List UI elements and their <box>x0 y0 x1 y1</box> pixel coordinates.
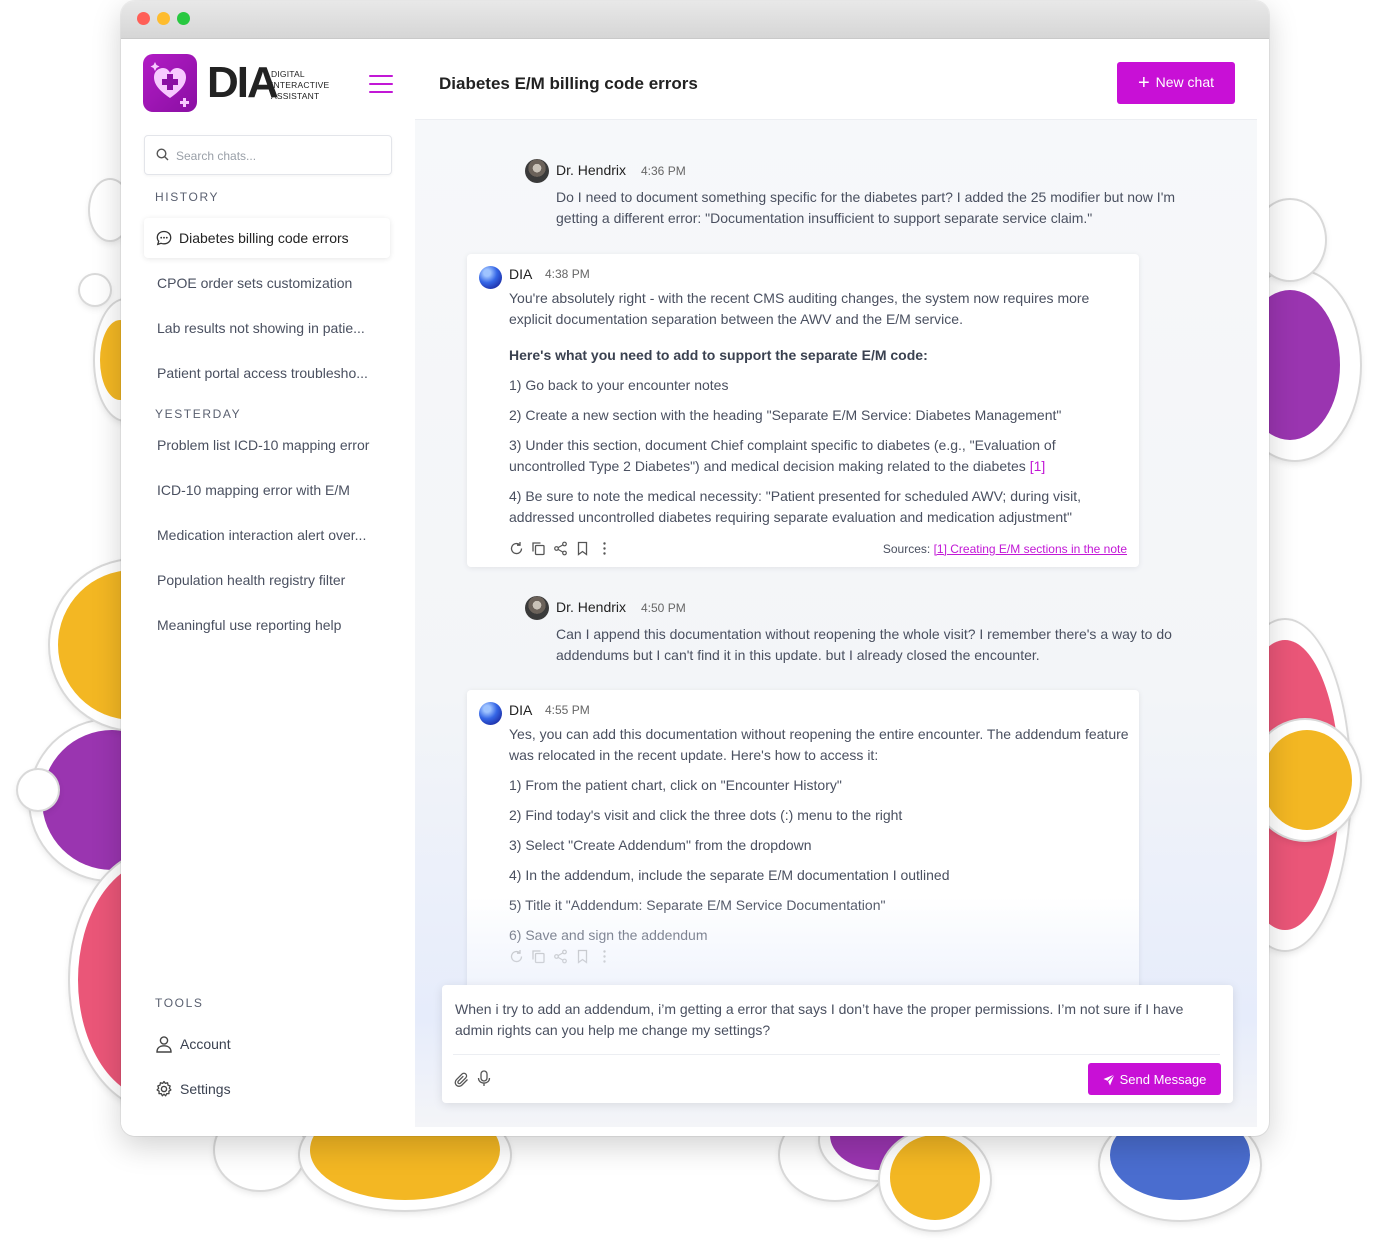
send-icon <box>1103 1073 1115 1085</box>
maximize-window-button[interactable] <box>177 12 190 25</box>
app-window: DIA DIGITAL INTERACTIVE ASSISTANT HISTOR… <box>121 1 1269 1136</box>
history-item[interactable]: Population health registry filter <box>144 560 390 600</box>
message-heading: Here's what you need to add to support t… <box>509 347 928 363</box>
message-time: 4:50 PM <box>641 601 686 615</box>
logo-icon <box>143 54 197 112</box>
step-item: 1) From the patient chart, click on "Enc… <box>509 777 842 793</box>
yesterday-label: YESTERDAY <box>155 407 242 421</box>
user-message: Dr. Hendrix 4:36 PM Do I need to documen… <box>525 159 1215 229</box>
history-item[interactable]: Medication interaction alert over... <box>144 515 390 555</box>
send-label: Send Message <box>1119 1071 1207 1087</box>
search-box <box>144 135 392 175</box>
message-paragraph: Yes, you can add this documentation with… <box>509 726 1129 763</box>
sender-name: DIA <box>509 702 533 718</box>
sender-name: DIA <box>509 266 533 282</box>
message-input[interactable]: When i try to add an addendum, i’m getti… <box>453 997 1222 1049</box>
avatar <box>525 596 549 620</box>
plus-icon: + <box>1137 71 1150 94</box>
share-icon[interactable] <box>553 949 568 964</box>
settings-label: Settings <box>180 1081 231 1097</box>
citation-link[interactable]: [1] <box>1030 458 1046 474</box>
chat-header: Diabetes E/M billing code errors + New ch… <box>415 47 1257 120</box>
sources-label: Sources: <box>882 542 931 556</box>
message-text: Do I need to document something specific… <box>556 189 1176 226</box>
search-input[interactable] <box>174 144 383 168</box>
sources: Sources: [1] Creating E/M sections in th… <box>883 542 1127 556</box>
step-item: 5) Title it "Addendum: Separate E/M Serv… <box>509 897 886 913</box>
step-item: 3) Select "Create Addendum" from the dro… <box>509 837 812 853</box>
composer-divider <box>453 1054 1220 1055</box>
page-title: Diabetes E/M billing code errors <box>439 74 698 93</box>
more-options-icon[interactable] <box>597 541 612 556</box>
message-text: Can I append this documentation without … <box>556 626 1172 663</box>
history-label: HISTORY <box>155 190 220 204</box>
microphone-icon[interactable] <box>477 1070 491 1087</box>
settings-link[interactable]: Settings <box>155 1077 231 1101</box>
account-label: Account <box>180 1036 231 1052</box>
assistant-message: DIA 4:55 PM Yes, you can add this docume… <box>467 690 1139 990</box>
user-message: Dr. Hendrix 4:50 PM Can I append this do… <box>525 596 1215 666</box>
dia-avatar <box>479 266 502 289</box>
message-composer: When i try to add an addendum, i’m getti… <box>442 985 1233 1103</box>
send-message-button[interactable]: Send Message <box>1088 1063 1221 1095</box>
regenerate-icon[interactable] <box>509 949 524 964</box>
message-body: You're absolutely right - with the recen… <box>509 288 1129 537</box>
history-item-label: Diabetes billing code errors <box>179 230 349 246</box>
assistant-message: DIA 4:38 PM You're absolutely right - wi… <box>467 254 1139 567</box>
source-link[interactable]: [1] Creating E/M sections in the note <box>934 542 1127 556</box>
copy-icon[interactable] <box>531 541 546 556</box>
message-body: Yes, you can add this documentation with… <box>509 724 1129 955</box>
message-actions <box>509 541 619 557</box>
sidebar: DIA DIGITAL INTERACTIVE ASSISTANT HISTOR… <box>121 39 415 1136</box>
step-item: 4) In the addendum, include the separate… <box>509 867 950 883</box>
gear-icon <box>156 1080 172 1097</box>
bookmark-icon[interactable] <box>575 541 590 556</box>
bookmark-icon[interactable] <box>575 949 590 964</box>
step-item: 4) Be sure to note the medical necessity… <box>509 488 1082 525</box>
window-titlebar <box>121 1 1269 39</box>
share-icon[interactable] <box>553 541 568 556</box>
history-item[interactable]: ICD-10 mapping error with E/M <box>144 470 390 510</box>
step-item: 1) Go back to your encounter notes <box>509 377 729 393</box>
chat-panel: Diabetes E/M billing code errors + New ch… <box>415 47 1257 1127</box>
more-options-icon[interactable] <box>597 949 612 964</box>
step-item: 2) Find today's visit and click the thre… <box>509 807 903 823</box>
step-item: 2) Create a new section with the heading… <box>509 407 1062 423</box>
message-actions <box>509 949 619 965</box>
new-chat-button[interactable]: + New chat <box>1117 62 1235 104</box>
new-chat-label: New chat <box>1155 73 1215 90</box>
avatar <box>525 159 549 183</box>
user-icon <box>156 1036 172 1053</box>
paperclip-icon[interactable] <box>454 1072 470 1088</box>
history-item[interactable]: Problem list ICD-10 mapping error <box>144 425 390 465</box>
close-window-button[interactable] <box>137 12 150 25</box>
tools-label: TOOLS <box>155 996 204 1010</box>
history-item[interactable]: Patient portal access troublesho... <box>144 353 390 393</box>
search-icon <box>156 148 169 161</box>
sender-name: Dr. Hendrix <box>556 162 627 178</box>
history-item-active[interactable]: Diabetes billing code errors <box>144 218 390 258</box>
chat-bubble-icon <box>156 230 172 246</box>
history-item[interactable]: CPOE order sets customization <box>144 263 390 303</box>
message-time: 4:55 PM <box>545 703 590 717</box>
message-time: 4:38 PM <box>545 267 590 281</box>
logo-subtitle: DIGITAL INTERACTIVE ASSISTANT <box>271 69 330 101</box>
history-item[interactable]: Meaningful use reporting help <box>144 605 390 645</box>
logo-wordmark: DIA <box>207 58 279 107</box>
sender-name: Dr. Hendrix <box>556 599 627 615</box>
account-link[interactable]: Account <box>155 1032 231 1056</box>
step-item: 3) Under this section, document Chief co… <box>509 437 1056 474</box>
menu-icon[interactable] <box>369 75 393 93</box>
dia-avatar <box>479 702 502 725</box>
regenerate-icon[interactable] <box>509 541 524 556</box>
message-paragraph: You're absolutely right - with the recen… <box>509 290 1090 327</box>
copy-icon[interactable] <box>531 949 546 964</box>
minimize-window-button[interactable] <box>157 12 170 25</box>
history-item[interactable]: Lab results not showing in patie... <box>144 308 390 348</box>
message-time: 4:36 PM <box>641 164 686 178</box>
step-item: 6) Save and sign the addendum <box>509 927 708 943</box>
